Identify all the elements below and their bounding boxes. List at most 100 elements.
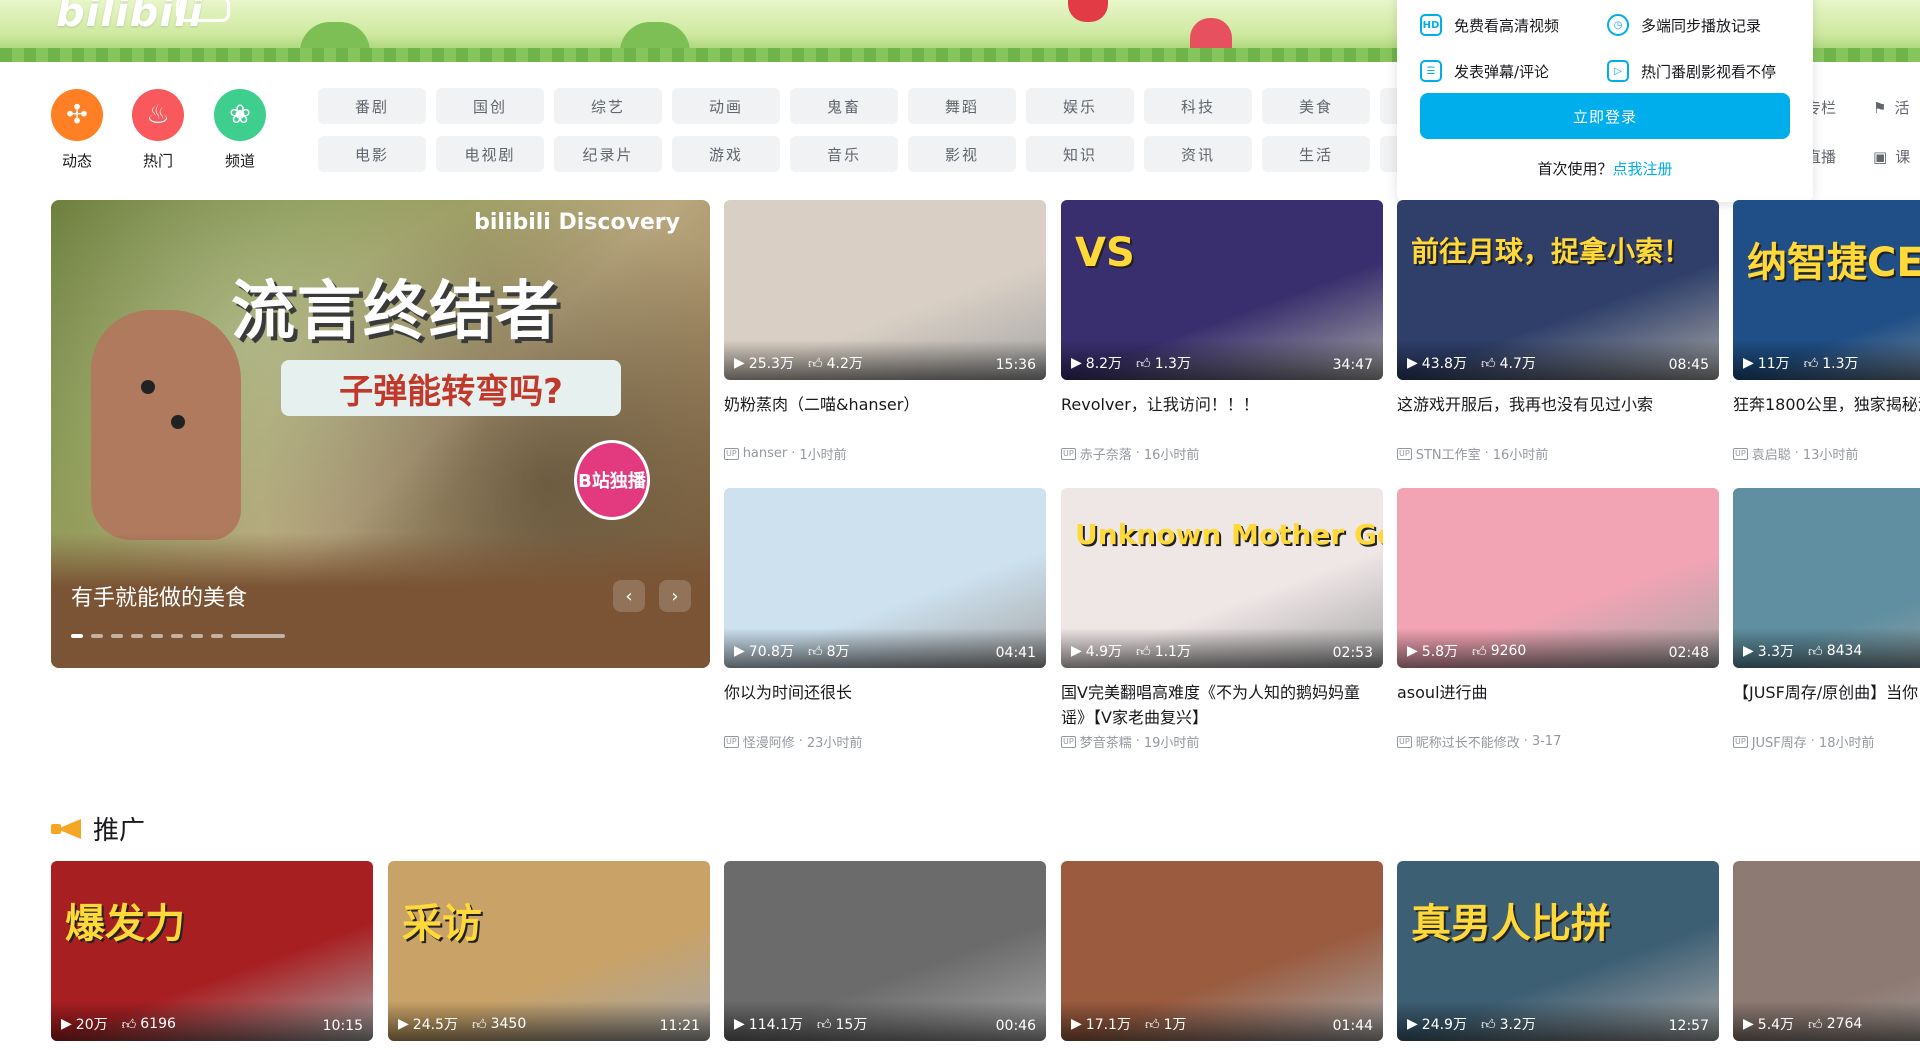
video-thumbnail[interactable]: ▶ 70.8万 👍︎ 8万 04:41 bbox=[724, 488, 1046, 668]
uploader-name[interactable]: 昵称过长不能修改 bbox=[1416, 732, 1520, 751]
thumbnail-text: Unknown Mother Goose bbox=[1075, 518, 1383, 551]
promo-card[interactable]: 真男人比拼 ▶ 24.9万 👍︎ 3.2万 12:57 bbox=[1397, 861, 1719, 1041]
fire-icon[interactable]: ♨ bbox=[132, 89, 184, 141]
view-count-value: 43.8万 bbox=[1421, 356, 1467, 372]
channel-label[interactable]: 热门 bbox=[123, 150, 193, 171]
carousel-title[interactable]: 有手就能做的美食 bbox=[71, 580, 247, 612]
video-card[interactable]: Unknown Mother Goose ▶4.9万 👍︎1.1万 02:53 国V完美… bbox=[1061, 488, 1383, 751]
video-title[interactable]: Revolver，让我访问！！！ bbox=[1061, 392, 1383, 442]
register-link[interactable]: 点我注册 bbox=[1613, 160, 1673, 178]
video-title[interactable]: 国V完美翻唱高难度《不为人知的鹅妈妈童谣》【V家老曲复兴】 bbox=[1061, 680, 1383, 730]
category-tag[interactable]: 美食 bbox=[1262, 88, 1370, 124]
uploader-name[interactable]: hanser bbox=[743, 446, 788, 461]
video-meta[interactable]: UP JUSF周存 · 18小时前 bbox=[1733, 732, 1920, 751]
meta-separator: · bbox=[1794, 446, 1799, 461]
video-thumbnail[interactable]: VS ▶ 8.2万 👍︎ 1.3万 34:47 bbox=[1061, 200, 1383, 380]
video-thumbnail[interactable]: Unknown Mother Goose ▶4.9万 👍︎1.1万 02:53 bbox=[1061, 488, 1383, 668]
video-card[interactable]: 纳智捷CEO ▶11万 👍︎1.3万狂奔1800公里，独家揭秘漩涡传说！ UP 袁启聪·… bbox=[1733, 200, 1920, 463]
uploader-name[interactable]: STN工作室 bbox=[1416, 444, 1481, 463]
video-thumbnail[interactable]: 采访 ▶ 24.5万 👍︎ 3450 11:21 bbox=[388, 861, 710, 1041]
carousel-dot[interactable] bbox=[231, 634, 285, 638]
category-tag[interactable]: 科技 bbox=[1144, 88, 1252, 124]
video-thumbnail[interactable]: ▶ 5.8万 👍︎ 9260 02:48 bbox=[1397, 488, 1719, 668]
carousel-dot[interactable] bbox=[131, 634, 143, 638]
category-tag[interactable]: 知识 bbox=[1026, 136, 1134, 172]
carousel-dot[interactable] bbox=[191, 634, 203, 638]
hero-carousel[interactable]: bilibili Discovery 流言终结者 子弹能转弯吗? B站独播 有手… bbox=[51, 200, 710, 668]
uploader-name[interactable]: 怪漫阿修 bbox=[743, 732, 795, 751]
video-duration: 08:45 bbox=[1668, 357, 1709, 373]
video-title[interactable]: 奶粉蒸肉（二喵&hanser） bbox=[724, 392, 1046, 442]
video-card[interactable]: VS ▶ 8.2万 👍︎ 1.3万 34:47 Revolver，让我访问！！！ UP 赤子奈落… bbox=[1061, 200, 1383, 463]
video-meta[interactable]: UP 怪漫阿修 · 23小时前 bbox=[724, 732, 1046, 751]
video-meta[interactable]: UP 赤子奈落 · 16小时前 bbox=[1061, 444, 1383, 463]
pinwheel-icon[interactable]: ✣ bbox=[51, 89, 103, 141]
video-thumbnail[interactable]: ▶ 17.1万 👍︎ 1万 01:44 bbox=[1061, 861, 1383, 1041]
thumbs-up-icon: 👍︎ bbox=[1144, 1016, 1160, 1033]
video-title[interactable]: 【JUSF周存/原创曲】当你 bbox=[1733, 680, 1920, 730]
video-meta[interactable]: UP 梦音茶糯 · 19小时前 bbox=[1061, 732, 1383, 751]
category-tag[interactable]: 音乐 bbox=[790, 136, 898, 172]
promo-card[interactable]: ▶ 5.4万 👍︎ 2764 bbox=[1733, 861, 1920, 1041]
carousel-dot[interactable] bbox=[111, 634, 123, 638]
channel-label[interactable]: 动态 bbox=[42, 150, 112, 171]
promo-card[interactable]: ▶ 114.1万 👍︎ 15万 00:46 bbox=[724, 861, 1046, 1041]
category-tag[interactable]: 影视 bbox=[908, 136, 1016, 172]
category-tag[interactable]: 国创 bbox=[436, 88, 544, 124]
video-meta[interactable]: UP 袁启聪 · 13小时前 bbox=[1733, 444, 1920, 463]
video-thumbnail[interactable]: 纳智捷CEO ▶11万 👍︎1.3万 bbox=[1733, 200, 1920, 380]
category-tag[interactable]: 鬼畜 bbox=[790, 88, 898, 124]
video-title[interactable]: 这游戏开服后，我再也没有见过小索 bbox=[1397, 392, 1719, 442]
nav-link-activity[interactable]: ⚑ 活 bbox=[1873, 97, 1909, 118]
uploader-name[interactable]: 袁启聪 bbox=[1752, 444, 1791, 463]
nav-link-class[interactable]: ▣ 课 bbox=[1873, 146, 1910, 167]
video-thumbnail[interactable]: 爆发力 ▶ 20万 👍︎ 6196 10:15 bbox=[51, 861, 373, 1041]
video-card[interactable]: 前往月球，捉拿小索！ ▶ 43.8万 👍︎ 4.7万 08:45 这游戏开服后，我再也没有见… bbox=[1397, 200, 1719, 463]
promo-card[interactable]: ▶ 17.1万 👍︎ 1万 01:44 bbox=[1061, 861, 1383, 1041]
carousel-prev-button[interactable]: ‹ bbox=[613, 580, 645, 612]
category-tag[interactable]: 娱乐 bbox=[1026, 88, 1134, 124]
video-thumbnail[interactable]: ▶ 25.3万 👍︎ 4.2万 15:36 bbox=[724, 200, 1046, 380]
video-meta[interactable]: UP 昵称过长不能修改 · 3-17 bbox=[1397, 732, 1719, 751]
category-tag[interactable]: 电影 bbox=[318, 136, 426, 172]
carousel-next-button[interactable]: › bbox=[659, 580, 691, 612]
video-thumbnail[interactable]: ▶ 5.4万 👍︎ 2764 bbox=[1733, 861, 1920, 1041]
video-meta[interactable]: UP STN工作室 · 16小时前 bbox=[1397, 444, 1719, 463]
video-card[interactable]: ▶ 3.3万 👍︎ 8434 【JUSF周存/原创曲】当你 UP JUSF周存 · 18小时前 bbox=[1733, 488, 1920, 751]
category-tag[interactable]: 纪录片 bbox=[554, 136, 662, 172]
video-card[interactable]: ▶ 70.8万 👍︎ 8万 04:41 你以为时间还很长 UP 怪漫阿修 · 23小时前 bbox=[724, 488, 1046, 751]
video-title[interactable]: 狂奔1800公里，独家揭秘漩涡传说！ bbox=[1733, 392, 1920, 442]
category-tag[interactable]: 生活 bbox=[1262, 136, 1370, 172]
carousel-dot[interactable] bbox=[71, 634, 83, 638]
carousel-dot[interactable] bbox=[211, 634, 223, 638]
video-title[interactable]: 你以为时间还很长 bbox=[724, 680, 1046, 730]
carousel-dot[interactable] bbox=[171, 634, 183, 638]
carousel-dot[interactable] bbox=[151, 634, 163, 638]
like-count-value: 1.3万 bbox=[1822, 356, 1859, 372]
video-thumbnail[interactable]: ▶ 3.3万 👍︎ 8434 bbox=[1733, 488, 1920, 668]
promo-card[interactable]: 采访 ▶ 24.5万 👍︎ 3450 11:21 bbox=[388, 861, 710, 1041]
channels-icon[interactable]: ❀ bbox=[214, 89, 266, 141]
channel-label[interactable]: 频道 bbox=[205, 150, 275, 171]
category-tag[interactable]: 资讯 bbox=[1144, 136, 1252, 172]
promo-card[interactable]: 爆发力 ▶ 20万 👍︎ 6196 10:15 bbox=[51, 861, 373, 1041]
login-button[interactable]: 立即登录 bbox=[1420, 93, 1790, 139]
video-thumbnail[interactable]: 真男人比拼 ▶ 24.9万 👍︎ 3.2万 12:57 bbox=[1397, 861, 1719, 1041]
video-thumbnail[interactable]: 前往月球，捉拿小索！ ▶ 43.8万 👍︎ 4.7万 08:45 bbox=[1397, 200, 1719, 380]
video-title[interactable]: asoul进行曲 bbox=[1397, 680, 1719, 730]
register-prompt: 首次使用？点我注册 bbox=[1397, 158, 1813, 179]
category-tag[interactable]: 综艺 bbox=[554, 88, 662, 124]
category-tag[interactable]: 电视剧 bbox=[436, 136, 544, 172]
video-card[interactable]: ▶ 25.3万 👍︎ 4.2万 15:36 奶粉蒸肉（二喵&hanser） UP hanser… bbox=[724, 200, 1046, 463]
uploader-name[interactable]: 梦音茶糯 bbox=[1080, 732, 1132, 751]
category-tag[interactable]: 游戏 bbox=[672, 136, 780, 172]
carousel-dot[interactable] bbox=[91, 634, 103, 638]
category-tag[interactable]: 舞蹈 bbox=[908, 88, 1016, 124]
video-thumbnail[interactable]: ▶ 114.1万 👍︎ 15万 00:46 bbox=[724, 861, 1046, 1041]
category-tag[interactable]: 番剧 bbox=[318, 88, 426, 124]
video-meta[interactable]: UP hanser · 1小时前 bbox=[724, 444, 1046, 463]
video-card[interactable]: ▶ 5.8万 👍︎ 9260 02:48 asoul进行曲 UP 昵称过长不能修改 · 3-17 bbox=[1397, 488, 1719, 751]
category-tag[interactable]: 动画 bbox=[672, 88, 780, 124]
uploader-name[interactable]: 赤子奈落 bbox=[1080, 444, 1132, 463]
uploader-name[interactable]: JUSF周存 bbox=[1752, 732, 1807, 751]
